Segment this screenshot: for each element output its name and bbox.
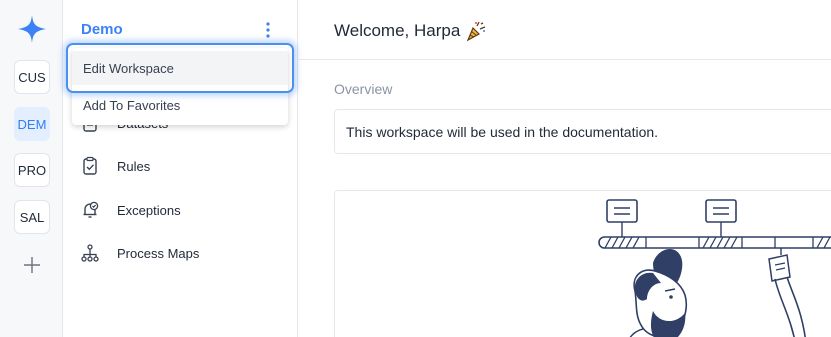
sidebar-item-exceptions[interactable]: Exceptions — [79, 194, 279, 226]
workspace-label: SAL — [19, 209, 45, 225]
overview-label: Overview — [334, 81, 393, 97]
add-workspace-icon[interactable] — [21, 254, 43, 276]
workspace-title: Demo — [81, 21, 123, 38]
sidebar-item-label: Rules — [117, 158, 151, 174]
workspace-button-cus[interactable]: CUS — [14, 60, 50, 94]
menu-item-edit-workspace[interactable]: Edit Workspace — [72, 51, 288, 85]
workspace-button-dem[interactable]: DEM — [14, 107, 50, 141]
workspace-button-sal[interactable]: SAL — [14, 200, 50, 234]
welcome-text: Welcome, Harpa — [334, 21, 461, 40]
more-options-icon[interactable] — [261, 20, 275, 40]
clipboard-check-icon — [79, 155, 101, 177]
sidebar-item-process-maps[interactable]: Process Maps — [79, 237, 279, 269]
welcome-heading: Welcome, Harpa — [334, 20, 487, 42]
party-popper-icon — [467, 21, 486, 42]
illustration-panel — [334, 190, 831, 337]
sidebar-item-label: Exceptions — [117, 202, 181, 218]
workspace-rail: CUS DEM PRO SAL — [0, 0, 63, 337]
workspace-button-pro[interactable]: PRO — [14, 153, 50, 187]
workspace-description: This workspace will be used in the docum… — [334, 109, 831, 154]
workspace-label: DEM — [17, 116, 47, 132]
workspace-options-menu: Edit Workspace Add To Favorites — [72, 48, 288, 125]
bell-check-icon — [79, 199, 101, 221]
sidebar-item-rules[interactable]: Rules — [79, 150, 279, 182]
sidebar-item-label: Process Maps — [117, 245, 200, 261]
description-text: This workspace will be used in the docum… — [346, 123, 659, 140]
welcome-illustration — [598, 199, 831, 337]
workspace-label: CUS — [18, 69, 46, 85]
menu-item-add-to-favorites[interactable]: Add To Favorites — [72, 88, 288, 122]
process-tree-icon — [79, 242, 101, 264]
top-bar: Welcome, Harpa — [298, 0, 831, 60]
logo-sparkle-icon[interactable] — [17, 14, 47, 44]
workspace-label: PRO — [17, 162, 47, 178]
